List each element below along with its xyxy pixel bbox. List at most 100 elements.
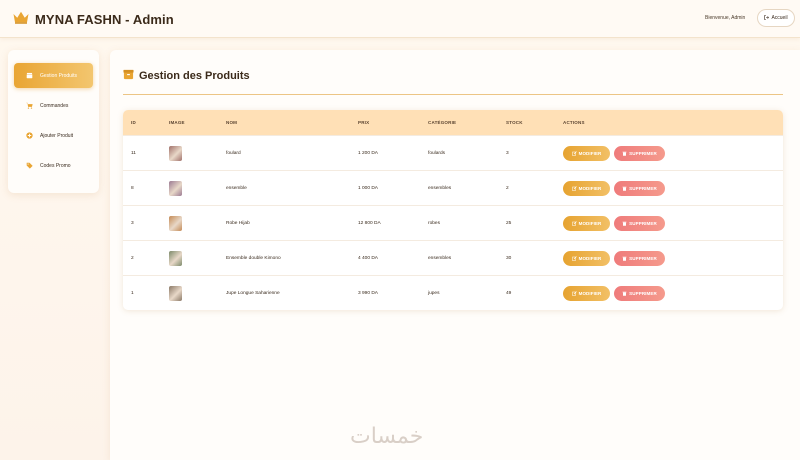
table-row: 11 foulard 1 200 DA foulards 3 MODIFIER … <box>123 135 783 170</box>
product-thumbnail <box>169 216 182 231</box>
plus-circle-icon <box>26 132 33 139</box>
brand[interactable]: MYNA FASHN - Admin <box>12 9 174 30</box>
edit-icon <box>571 290 577 297</box>
cell-name: Robe Hijab <box>226 221 250 226</box>
sidebar-item-codes-promo[interactable]: Codes Promo <box>14 153 93 178</box>
edit-button-label: MODIFIER <box>578 186 602 191</box>
table-row: 3 Robe Hijab 12 800 DA robes 25 MODIFIER… <box>123 205 783 240</box>
cell-name: ensemble <box>226 186 247 191</box>
delete-button-label: SUPPRIMER <box>629 291 657 296</box>
product-thumbnail <box>169 146 182 161</box>
cell-stock: 25 <box>506 221 512 226</box>
cell-id: 8 <box>131 186 134 191</box>
sidebar-item-label: Codes Promo <box>40 162 71 169</box>
cell-name: Ensemble double Kimono <box>226 256 281 261</box>
sidebar: Gestion Produits Commandes Ajouter Produ… <box>8 50 99 193</box>
cell-stock: 30 <box>506 256 512 261</box>
trash-icon <box>622 256 627 262</box>
cell-price: 3 990 DA <box>358 291 379 296</box>
cell-price: 1 200 DA <box>358 151 379 156</box>
delete-button[interactable]: SUPPRIMER <box>614 286 665 301</box>
cell-price: 12 800 DA <box>358 221 381 226</box>
cell-stock: 3 <box>506 151 509 156</box>
edit-icon <box>571 150 577 157</box>
edit-button-label: MODIFIER <box>578 256 602 261</box>
edit-button-label: MODIFIER <box>578 151 602 156</box>
page-title-text: Gestion des Produits <box>139 70 250 82</box>
delete-button-label: SUPPRIMER <box>629 221 657 226</box>
table-row: 1 Jupe Longue Saharienne 3 990 DA jupes … <box>123 275 783 310</box>
column-header-name: NOM <box>226 120 238 125</box>
cart-icon <box>26 102 33 109</box>
edit-button[interactable]: MODIFIER <box>563 146 610 161</box>
cell-price: 1 000 DA <box>358 186 379 191</box>
delete-button-label: SUPPRIMER <box>629 186 657 191</box>
delete-button-label: SUPPRIMER <box>629 151 657 156</box>
edit-button-label: MODIFIER <box>578 291 602 296</box>
cell-stock: 2 <box>506 186 509 191</box>
delete-button[interactable]: SUPPRIMER <box>614 181 665 196</box>
sidebar-item-commandes[interactable]: Commandes <box>14 93 93 118</box>
cell-stock: 49 <box>506 291 512 296</box>
delete-button[interactable]: SUPPRIMER <box>614 146 665 161</box>
cell-id: 11 <box>131 151 136 156</box>
edit-button[interactable]: MODIFIER <box>563 251 610 266</box>
sidebar-item-gestion-produits[interactable]: Gestion Produits <box>14 63 93 88</box>
delete-button-label: SUPPRIMER <box>629 256 657 261</box>
tag-icon <box>26 162 33 169</box>
edit-icon <box>571 185 577 192</box>
cell-category: ensembles <box>428 256 452 261</box>
sidebar-item-label: Ajouter Produit <box>40 132 74 139</box>
home-button[interactable]: Accueil <box>757 9 795 27</box>
product-thumbnail <box>169 181 182 196</box>
product-thumbnail <box>169 251 182 266</box>
column-header-actions: ACTIONS <box>563 120 585 125</box>
cell-name: foulard <box>226 151 241 156</box>
product-thumbnail <box>169 286 182 301</box>
home-button-label: Accueil <box>771 15 788 21</box>
title-divider <box>123 94 783 95</box>
trash-icon <box>622 291 627 297</box>
cell-price: 4 400 DA <box>358 256 379 261</box>
table-header: ID IMAGE NOM PRIX CATÉGORIE STOCK ACTION… <box>123 110 783 135</box>
column-header-category: CATÉGORIE <box>428 120 457 125</box>
cell-id: 2 <box>131 256 134 261</box>
cell-category: foulards <box>428 151 446 156</box>
crown-icon <box>12 9 30 30</box>
cell-id: 1 <box>131 291 134 296</box>
column-header-price: PRIX <box>358 120 370 125</box>
cell-category: jupes <box>428 291 440 296</box>
table-row: 2 Ensemble double Kimono 4 400 DA ensemb… <box>123 240 783 275</box>
sidebar-item-label: Gestion Produits <box>40 72 77 79</box>
page-title: Gestion des Produits <box>123 69 250 83</box>
cell-name: Jupe Longue Saharienne <box>226 291 280 296</box>
edit-button-label: MODIFIER <box>578 221 602 226</box>
watermark-logo: خمسات <box>350 424 424 449</box>
trash-icon <box>622 221 627 227</box>
cell-id: 3 <box>131 221 134 226</box>
products-table: ID IMAGE NOM PRIX CATÉGORIE STOCK ACTION… <box>123 110 783 310</box>
delete-button[interactable]: SUPPRIMER <box>614 251 665 266</box>
column-header-id: ID <box>131 120 136 125</box>
edit-button[interactable]: MODIFIER <box>563 286 610 301</box>
edit-button[interactable]: MODIFIER <box>563 216 610 231</box>
sidebar-item-label: Commandes <box>40 102 69 109</box>
brand-title: MYNA FASHN - Admin <box>35 12 174 27</box>
box-icon <box>26 72 33 79</box>
trash-icon <box>622 151 627 157</box>
box-icon <box>123 69 134 83</box>
edit-icon <box>571 255 577 262</box>
sign-out-icon <box>764 14 770 22</box>
welcome-text: Bienvenue, Admin <box>705 15 746 21</box>
column-header-image: IMAGE <box>169 120 185 125</box>
edit-button[interactable]: MODIFIER <box>563 181 610 196</box>
delete-button[interactable]: SUPPRIMER <box>614 216 665 231</box>
cell-category: robes <box>428 221 440 226</box>
table-row: 8 ensemble 1 000 DA ensembles 2 MODIFIER… <box>123 170 783 205</box>
trash-icon <box>622 186 627 192</box>
top-header: MYNA FASHN - Admin Bienvenue, Admin Accu… <box>0 0 800 38</box>
main-content: Gestion des Produits ID IMAGE NOM PRIX C… <box>110 50 800 460</box>
cell-category: ensembles <box>428 186 452 191</box>
sidebar-item-ajouter-produit[interactable]: Ajouter Produit <box>14 123 93 148</box>
edit-icon <box>571 220 577 227</box>
